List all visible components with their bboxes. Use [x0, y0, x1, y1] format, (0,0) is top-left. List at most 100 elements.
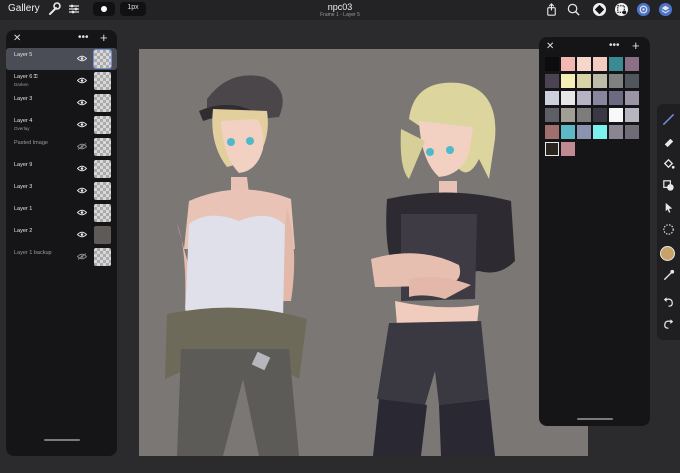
reference-icon[interactable] [636, 2, 651, 17]
undo-icon[interactable] [661, 294, 676, 309]
layer-row[interactable]: Layer 6 ⚿ Darken [6, 70, 117, 92]
color-swatch[interactable] [609, 125, 623, 139]
color-swatch[interactable] [625, 74, 639, 88]
visibility-eye-icon[interactable] [77, 209, 87, 216]
color-swatch[interactable] [609, 91, 623, 105]
eraser-tool-icon[interactable] [661, 134, 676, 149]
layers-icon[interactable] [658, 2, 673, 17]
hidden-eye-icon[interactable] [77, 253, 87, 260]
palette-panel: ✕ ••• + [539, 37, 650, 426]
symmetry-icon[interactable] [592, 2, 607, 17]
layer-thumbnail[interactable] [94, 226, 111, 244]
layer-row[interactable]: Layer 1 backup [6, 246, 117, 268]
layer-row[interactable]: Layer 5 [6, 48, 117, 70]
add-swatch-icon[interactable]: + [632, 38, 640, 53]
layer-thumbnail[interactable] [93, 49, 112, 69]
layer-blend-mode[interactable]: Overlay [14, 126, 30, 131]
color-swatch[interactable] [561, 125, 575, 139]
color-swatch[interactable] [545, 57, 559, 71]
color-swatch[interactable] [593, 57, 607, 71]
redo-icon[interactable] [661, 316, 676, 331]
more-options-icon[interactable]: ••• [78, 32, 89, 43]
layer-row[interactable]: Layer 9 [6, 158, 117, 180]
selection-mask-icon[interactable] [614, 2, 629, 17]
layers-panel: ✕ ••• + Layer 5 Layer 6 ⚿ Darken Layer 3 Lay… [6, 30, 117, 456]
layer-thumbnail[interactable] [94, 248, 111, 266]
layer-row[interactable]: Pasted Image [6, 136, 117, 158]
color-swatch[interactable] [561, 142, 575, 156]
layer-name: Layer 4 [14, 118, 33, 124]
shape-tool-icon[interactable] [661, 178, 676, 193]
add-layer-icon[interactable]: + [100, 30, 108, 45]
color-swatch[interactable] [593, 74, 607, 88]
layer-thumbnail[interactable] [94, 204, 111, 222]
layer-thumbnail[interactable] [94, 182, 111, 200]
character-left [165, 75, 307, 456]
visibility-eye-icon[interactable] [77, 121, 87, 128]
fill-tool-icon[interactable] [661, 156, 676, 171]
color-swatch[interactable] [545, 142, 559, 156]
layer-name: Layer 3 [14, 184, 33, 190]
current-color-icon[interactable] [660, 246, 675, 261]
layer-name: Layer 6 ⚿ [14, 74, 38, 80]
layer-thumbnail[interactable] [94, 160, 111, 178]
palette-more-icon[interactable]: ••• [609, 40, 620, 51]
color-swatch[interactable] [577, 108, 591, 122]
color-swatch[interactable] [561, 108, 575, 122]
visibility-eye-icon[interactable] [77, 77, 87, 84]
hidden-eye-icon[interactable] [77, 143, 87, 150]
visibility-eye-icon[interactable] [77, 165, 87, 172]
layer-thumbnail[interactable] [94, 116, 111, 134]
visibility-eye-icon[interactable] [77, 55, 87, 62]
layer-row[interactable]: Layer 1 [6, 202, 117, 224]
layer-thumbnail[interactable] [94, 72, 111, 90]
layer-row[interactable]: Layer 3 [6, 92, 117, 114]
color-swatch[interactable] [625, 91, 639, 105]
color-swatch[interactable] [609, 57, 623, 71]
pencil-tool-icon[interactable] [661, 112, 676, 127]
layer-row[interactable]: Layer 4 Overlay [6, 114, 117, 136]
color-swatch[interactable] [561, 91, 575, 105]
color-swatch[interactable] [609, 74, 623, 88]
color-swatch[interactable] [561, 74, 575, 88]
top-bar: Gallery 1px npc03 Frame 1 - Layer 5 [0, 0, 680, 20]
layer-thumbnail[interactable] [94, 94, 111, 112]
close-palette-icon[interactable]: ✕ [546, 41, 554, 52]
zoom-icon[interactable] [566, 2, 581, 17]
layer-thumbnail[interactable] [94, 138, 111, 156]
layer-row[interactable]: Layer 2 [6, 224, 117, 246]
layer-name: Layer 1 [14, 206, 33, 212]
close-layers-icon[interactable]: ✕ [13, 33, 21, 44]
color-swatch[interactable] [577, 57, 591, 71]
color-swatch[interactable] [577, 125, 591, 139]
layer-blend-mode[interactable]: Darken [14, 82, 29, 87]
visibility-eye-icon[interactable] [77, 187, 87, 194]
color-swatch[interactable] [625, 57, 639, 71]
share-icon[interactable] [544, 2, 559, 17]
color-swatch[interactable] [545, 125, 559, 139]
layer-name: Layer 1 backup [14, 250, 52, 256]
palette-drag-handle[interactable] [577, 418, 613, 420]
eyedropper-tool-icon[interactable] [661, 268, 676, 283]
visibility-eye-icon[interactable] [77, 231, 87, 238]
color-swatch[interactable] [561, 57, 575, 71]
panel-drag-handle[interactable] [44, 439, 80, 441]
color-swatch[interactable] [593, 125, 607, 139]
color-swatch[interactable] [625, 108, 639, 122]
color-swatch[interactable] [625, 125, 639, 139]
layer-name: Pasted Image [14, 140, 48, 146]
color-swatch[interactable] [609, 108, 623, 122]
right-toolbar [657, 104, 680, 340]
layer-row[interactable]: Layer 3 [6, 180, 117, 202]
color-swatch[interactable] [545, 91, 559, 105]
drawing-canvas[interactable] [139, 49, 588, 456]
color-swatch[interactable] [545, 74, 559, 88]
color-swatch[interactable] [593, 91, 607, 105]
visibility-eye-icon[interactable] [77, 99, 87, 106]
move-tool-icon[interactable] [661, 200, 676, 215]
color-swatch[interactable] [577, 74, 591, 88]
lasso-tool-icon[interactable] [661, 222, 676, 237]
color-swatch[interactable] [593, 108, 607, 122]
color-swatch[interactable] [577, 91, 591, 105]
color-swatch[interactable] [545, 108, 559, 122]
